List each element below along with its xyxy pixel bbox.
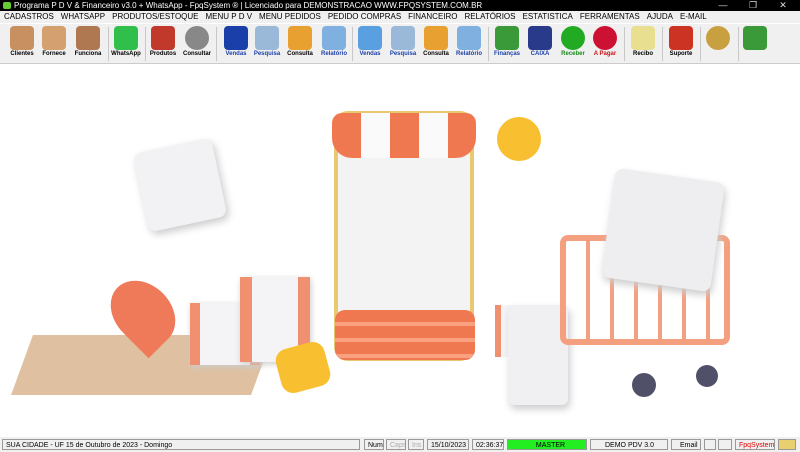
status-user: MASTER	[507, 439, 587, 450]
shopping-bag-icon	[508, 305, 568, 405]
whatsapp-icon	[114, 26, 138, 50]
toolbar-button-relatorio[interactable]: Relatório	[452, 26, 486, 62]
cart-wheel	[696, 365, 718, 387]
close-button[interactable]: ✕	[768, 0, 798, 11]
caixa-icon	[528, 26, 552, 50]
status-date: 15/10/2023	[427, 439, 469, 450]
funciona-icon	[76, 26, 100, 50]
produtos-icon	[151, 26, 175, 50]
exit-icon	[743, 26, 767, 50]
fornece-icon	[42, 26, 66, 50]
app-logo-icon	[3, 2, 11, 9]
title-bar: Programa P D V & Financeiro v3.0 + Whats…	[0, 0, 800, 11]
shopping-bag-icon	[600, 167, 726, 293]
toolbar-button-suporte[interactable]: Suporte	[664, 26, 698, 62]
awning	[332, 113, 476, 158]
menu-produtos-estoque[interactable]: PRODUTOS/ESTOQUE	[112, 11, 198, 23]
pesquisa-icon	[255, 26, 279, 50]
toolbar-button-label: Suporte	[669, 51, 693, 57]
toolbar-button-whatsapp[interactable]: WhatsApp	[109, 26, 143, 62]
status-time: 02:36:37	[472, 439, 504, 450]
menu-menu-p-d-v[interactable]: MENU P D V	[206, 11, 253, 23]
thumbs-up-icon	[497, 117, 541, 161]
status-location-date: SUA CIDADE - UF 15 de Outubro de 2023 - …	[2, 439, 360, 450]
apagar-icon	[593, 26, 617, 50]
vendas-icon	[224, 26, 248, 50]
menu-e-mail[interactable]: E-MAIL	[680, 11, 707, 23]
printer-icon[interactable]	[704, 439, 716, 450]
status-brand: FpqSystem	[735, 439, 775, 450]
status-ins: Ins	[408, 439, 424, 450]
menu-bar: CADASTROS WHATSAPP PRODUTOS/ESTOQUE MENU P …	[0, 11, 800, 23]
menu-ajuda[interactable]: AJUDA	[647, 11, 673, 23]
maximize-button[interactable]: ❐	[738, 0, 768, 11]
toolbar-button-exit[interactable]	[738, 26, 772, 62]
main-illustration	[0, 65, 800, 437]
toolbar-button-recibo[interactable]: Recibo	[626, 26, 660, 62]
status-caps: Caps	[386, 439, 406, 450]
status-email[interactable]: Email	[671, 439, 701, 450]
menu-financeiro[interactable]: FINANCEIRO	[408, 11, 457, 23]
recibo-icon	[631, 26, 655, 50]
toolbar-button-apagar[interactable]: A Pagar	[588, 26, 622, 62]
coin-icon	[706, 26, 730, 50]
cart-wheel	[632, 373, 656, 397]
toolbar-button-relatorio[interactable]: Relatório	[317, 26, 351, 62]
status-bar: SUA CIDADE - UF 15 de Outubro de 2023 - …	[0, 437, 800, 452]
consultar-icon	[185, 26, 209, 50]
status-num: Num	[364, 439, 384, 450]
shopping-bag-icon	[132, 137, 228, 233]
toolbar-button-coin[interactable]	[701, 26, 735, 62]
toolbar-button-funciona[interactable]: Funciona	[71, 26, 105, 62]
consulta-icon	[424, 26, 448, 50]
minimize-button[interactable]: —	[708, 0, 738, 11]
clientes-icon	[10, 26, 34, 50]
status-version: DEMO PDV 3.0	[590, 439, 668, 450]
user-icon	[778, 439, 796, 450]
menu-ferramentas[interactable]: FERRAMENTAS	[580, 11, 640, 23]
window-title: Programa P D V & Financeiro v3.0 + Whats…	[14, 1, 483, 10]
menu-menu-pedidos[interactable]: MENU PEDIDOS	[259, 11, 321, 23]
menu-relat-rios[interactable]: RELATÓRIOS	[465, 11, 516, 23]
suporte-icon	[669, 26, 693, 50]
toolbar: Clientes Fornece Funciona WhatsApp Produtos C…	[0, 24, 800, 64]
consulta-icon	[288, 26, 312, 50]
menu-cadastros[interactable]: CADASTROS	[4, 11, 54, 23]
monitor-icon[interactable]	[718, 439, 732, 450]
stand-base	[335, 310, 475, 360]
menu-whatsapp[interactable]: WHATSAPP	[61, 11, 105, 23]
vendas-icon	[358, 26, 382, 50]
relatorio-icon	[322, 26, 346, 50]
toolbar-button-consultar[interactable]: Consultar	[180, 26, 214, 62]
menu-estatistica[interactable]: ESTATISTICA	[523, 11, 573, 23]
financas-icon	[495, 26, 519, 50]
relatorio-icon	[457, 26, 481, 50]
menu-pedido-compras[interactable]: PEDIDO COMPRAS	[328, 11, 401, 23]
receber-icon	[561, 26, 585, 50]
pesquisa-icon	[391, 26, 415, 50]
